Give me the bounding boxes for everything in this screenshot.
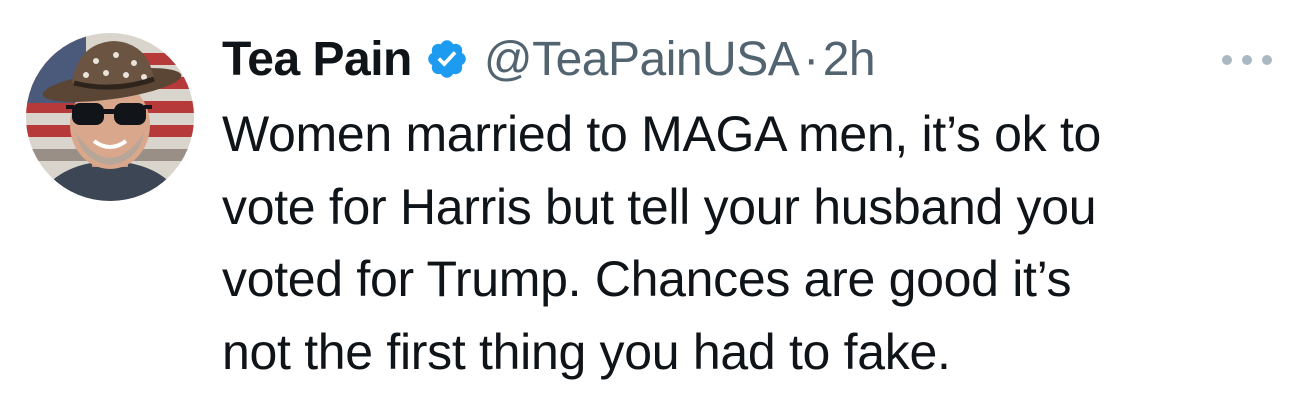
- ellipsis-icon: [1262, 55, 1272, 65]
- tweet-text-line: Women married to MAGA men, it’s ok to: [222, 106, 1102, 162]
- timestamp[interactable]: 2h: [823, 32, 876, 87]
- avatar[interactable]: [26, 33, 194, 201]
- ellipsis-icon: [1242, 55, 1252, 65]
- tweet-text-line: vote for Harris but tell your husband yo…: [222, 178, 1097, 235]
- verified-badge-icon[interactable]: [424, 36, 470, 82]
- more-options-button[interactable]: [1222, 48, 1272, 72]
- tweet-text-line: not the first thing you had to fake.: [222, 323, 951, 380]
- tweet-text: Women married to MAGA men, it’s ok to vo…: [222, 98, 1272, 388]
- tweet-text-line: voted for Trump. Chances are good it’s: [222, 251, 1072, 307]
- user-handle[interactable]: @TeaPainUSA: [484, 32, 800, 87]
- avatar-image: [26, 33, 194, 201]
- display-name[interactable]: Tea Pain: [222, 32, 412, 87]
- tweet-card[interactable]: Tea Pain @TeaPainUSA · 2h Women married …: [0, 0, 1290, 417]
- separator-dot: ·: [803, 32, 819, 86]
- ellipsis-icon: [1222, 55, 1232, 65]
- tweet-header: Tea Pain @TeaPainUSA · 2h: [222, 28, 876, 90]
